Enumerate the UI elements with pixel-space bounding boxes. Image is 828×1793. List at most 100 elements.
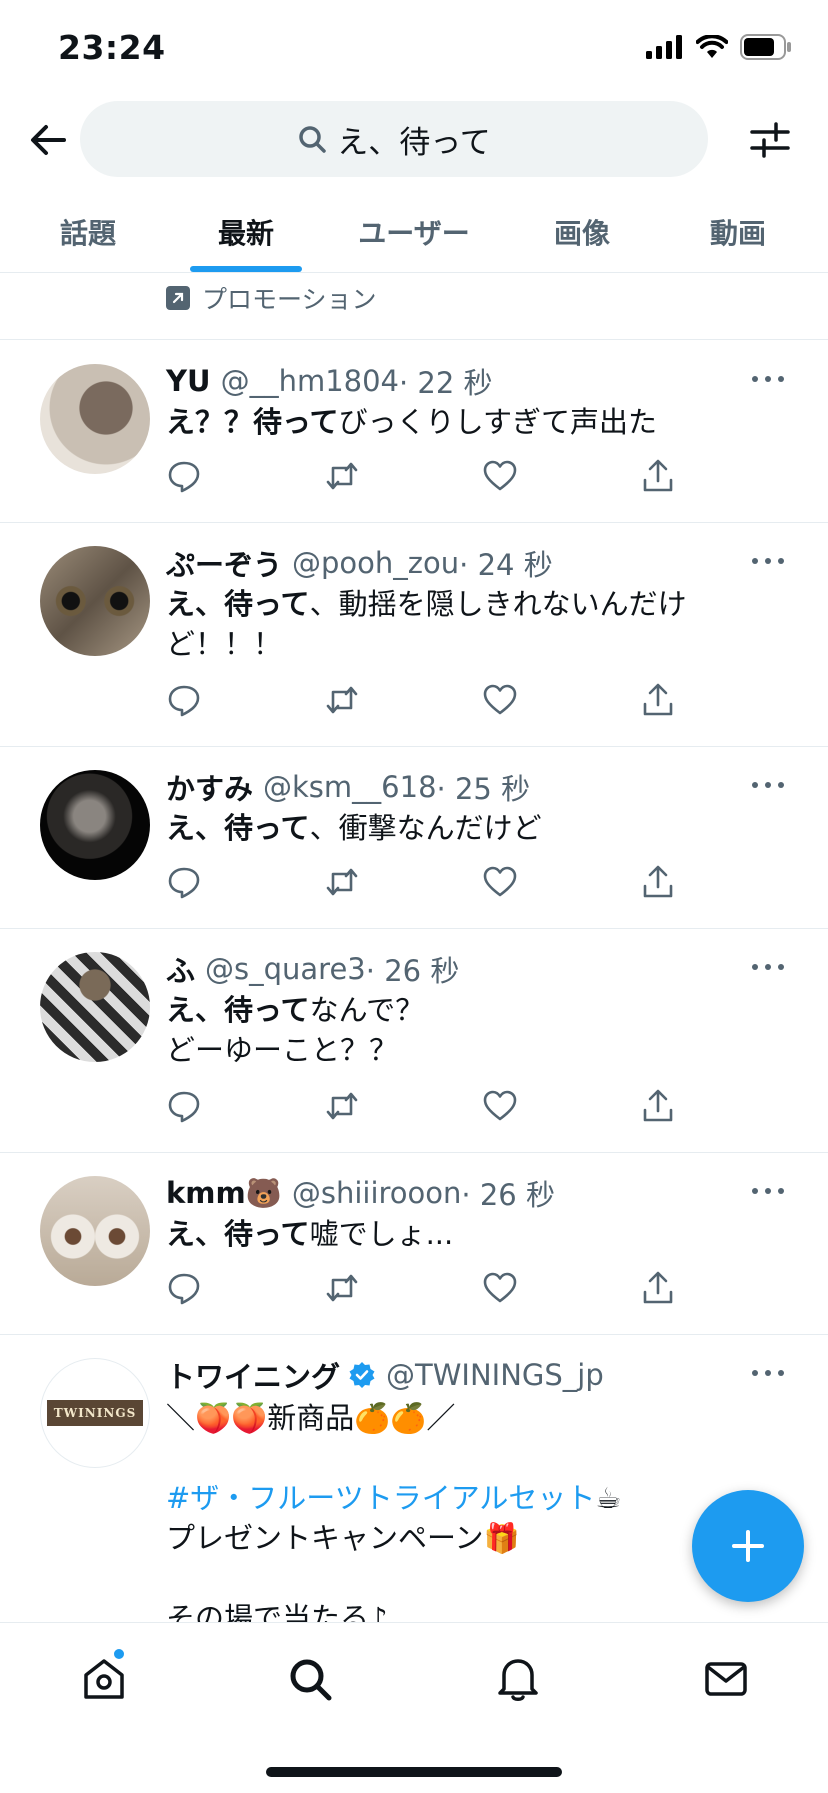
author-handle[interactable]: @pooh_zou [292, 546, 459, 580]
share-icon[interactable] [640, 864, 676, 900]
retweet-icon[interactable] [324, 1088, 360, 1124]
tweet-line-3: プレゼントキャンペーン🎁 [166, 1521, 520, 1555]
tweet-line-hashtag: #ザ・フルーツトライアルセット☕ [166, 1478, 726, 1518]
tweet-rest: 嘘でしょ... [309, 1217, 454, 1251]
avatar[interactable]: TWININGS [40, 1358, 150, 1468]
search-query: え、待って [337, 124, 491, 161]
tweet-time[interactable]: · 22 秒 [399, 360, 493, 402]
tab-latest[interactable]: 最新 [186, 192, 306, 272]
tweet-actions [166, 864, 686, 900]
compose-icon [732, 1530, 764, 1562]
author-handle[interactable]: @TWININGS_jp [386, 1358, 604, 1392]
avatar[interactable] [40, 546, 150, 656]
wifi-icon [696, 35, 728, 58]
avatar[interactable] [40, 770, 150, 880]
avatar[interactable] [40, 364, 150, 474]
author-name[interactable]: kmm🐻 [166, 1176, 282, 1211]
tweet-keyword: え、待って [166, 587, 310, 621]
author-handle[interactable]: @ksm__618 [263, 770, 437, 804]
tweet-rest: びっくりしすぎて声出た [338, 405, 657, 439]
verified-icon [349, 1362, 375, 1388]
author-name[interactable]: ぷーぞう [166, 542, 282, 584]
tweet-line-4: その場で当たる♪ [166, 1601, 388, 1622]
more-icon[interactable] [752, 964, 784, 972]
home-indicator [266, 1767, 562, 1777]
search-icon [299, 126, 327, 153]
author-handle[interactable]: @shiiirooon [292, 1176, 462, 1210]
avatar[interactable] [40, 952, 150, 1062]
more-icon[interactable] [752, 782, 784, 790]
tweet-time[interactable]: · 24 秒 [459, 542, 553, 584]
author-name[interactable]: トワイニング [166, 1354, 340, 1396]
nav-messages[interactable] [702, 1655, 750, 1703]
tweet-time[interactable]: · 26 秒 [366, 948, 460, 990]
filter-icon[interactable] [748, 118, 792, 162]
tweet-text: ＼🍑🍑新商品🍊🍊／ #ザ・フルーツトライアルセット☕ プレゼントキャンペーン🎁 … [166, 1398, 726, 1622]
retweet-icon[interactable] [324, 458, 360, 494]
author-handle[interactable]: @__hm1804 [221, 364, 399, 398]
nav-notifications[interactable] [494, 1655, 542, 1703]
nav-home[interactable] [80, 1649, 128, 1703]
tweet-item[interactable]: ふ @s_quare3 · 26 秒 え、待ってなんで？ どーゆーこと？？ [0, 928, 828, 1153]
author-name[interactable]: かすみ [166, 766, 253, 808]
reply-icon[interactable] [166, 864, 202, 900]
tweet-item[interactable]: かすみ @ksm__618 · 25 秒 え、待って、衝撃なんだけど [0, 746, 828, 929]
reply-icon[interactable] [166, 682, 202, 718]
retweet-icon[interactable] [324, 864, 360, 900]
more-icon[interactable] [752, 1188, 784, 1196]
reply-icon[interactable] [166, 1270, 202, 1306]
nav-explore[interactable] [286, 1655, 334, 1703]
hashtag-link[interactable]: #ザ・フルーツトライアルセット [166, 1481, 595, 1515]
tweet-time[interactable]: · 26 秒 [461, 1172, 555, 1214]
more-icon[interactable] [752, 1370, 784, 1378]
status-time: 23:24 [58, 28, 166, 67]
tweet-meta: YU @__hm1804 · 22 秒 [166, 360, 493, 402]
like-icon[interactable] [482, 864, 518, 900]
like-icon[interactable] [482, 1088, 518, 1124]
tweet-line-1: ＼🍑🍑新商品🍊🍊／ [166, 1401, 456, 1435]
tweet-item[interactable]: ぷーぞう @pooh_zou · 24 秒 え、待って、動揺を隠しきれないんだけ… [0, 522, 828, 747]
tweet-actions [166, 682, 686, 718]
like-icon[interactable] [482, 682, 518, 718]
reply-icon[interactable] [166, 1088, 202, 1124]
share-icon[interactable] [640, 682, 676, 718]
like-icon[interactable] [482, 1270, 518, 1306]
more-icon[interactable] [752, 558, 784, 566]
tweet-text: え、待って、衝撃なんだけど [166, 808, 726, 848]
share-icon[interactable] [640, 1088, 676, 1124]
tweet-meta: kmm🐻 @shiiirooon · 26 秒 [166, 1172, 555, 1214]
share-icon[interactable] [640, 1270, 676, 1306]
author-name[interactable]: ふ [166, 948, 195, 990]
back-arrow-icon[interactable] [26, 118, 70, 162]
home-icon [84, 1659, 124, 1699]
search-tabs: 話題 最新 ユーザー 画像 動画 [0, 192, 828, 273]
search-input[interactable]: え、待って [80, 101, 708, 177]
reply-icon[interactable] [166, 458, 202, 494]
retweet-icon[interactable] [324, 682, 360, 718]
like-icon[interactable] [482, 458, 518, 494]
tab-photos[interactable]: 画像 [522, 192, 642, 272]
tweet-meta: ぷーぞう @pooh_zou · 24 秒 [166, 542, 553, 584]
search-header: え、待って [0, 96, 828, 188]
tweet-text: え、待ってなんで？ どーゆーこと？？ [166, 990, 726, 1070]
tweet-rest: 、衝撃なんだけど [309, 811, 542, 845]
hashtag-emoji: ☕ [595, 1481, 622, 1515]
author-name[interactable]: YU [166, 364, 211, 398]
tweet-item[interactable]: kmm🐻 @shiiirooon · 26 秒 え、待って嘘でしょ... [0, 1152, 828, 1335]
notifications-icon [498, 1659, 538, 1701]
tweet-actions [166, 1088, 686, 1124]
more-icon[interactable] [752, 376, 784, 384]
author-handle[interactable]: @s_quare3 [205, 952, 366, 986]
new-content-dot [114, 1649, 124, 1659]
avatar[interactable] [40, 1176, 150, 1286]
tweet-time[interactable]: · 25 秒 [437, 766, 531, 808]
tweet-meta: ふ @s_quare3 · 26 秒 [166, 948, 459, 990]
compose-button[interactable] [692, 1490, 804, 1602]
tab-videos[interactable]: 動画 [678, 192, 798, 272]
tweet-item[interactable]: YU @__hm1804 · 22 秒 え？？待ってびっくりしすぎて声出た [0, 340, 828, 523]
tab-people[interactable]: ユーザー [344, 192, 484, 272]
retweet-icon[interactable] [324, 1270, 360, 1306]
share-icon[interactable] [640, 458, 676, 494]
tab-top[interactable]: 話題 [28, 192, 148, 272]
